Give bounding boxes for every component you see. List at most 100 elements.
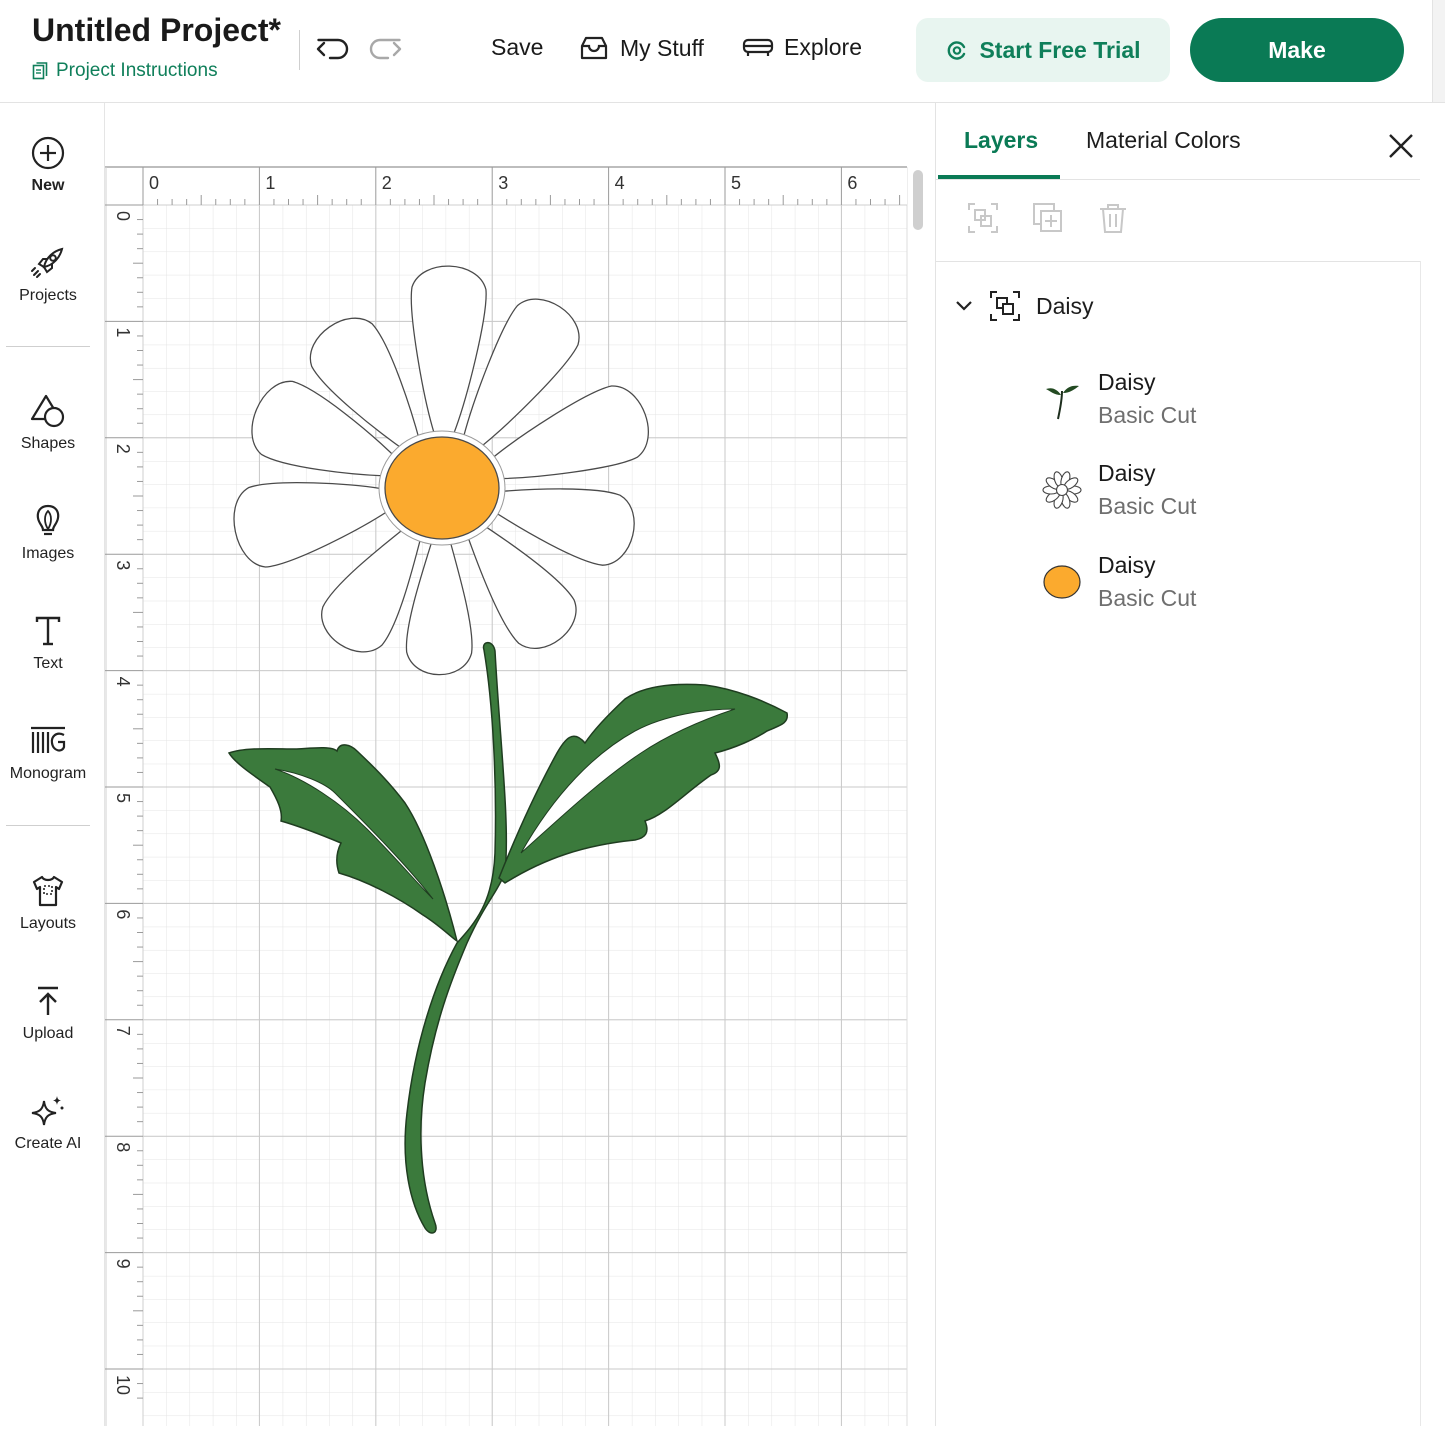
ruler-label: 0 [149,173,159,193]
document-icon [32,62,48,80]
ruler-label: 1 [265,173,275,193]
layers-panel: Layers Material Colors Daisy Daisy Basic… [935,103,1445,1426]
plus-circle-icon [28,133,68,173]
ruler-label: 6 [113,909,133,919]
tshirt-icon [28,871,68,911]
design-canvas[interactable]: 0 1 2 3 4 5 6 0 1 2 3 4 5 6 7 8 9 10 [105,103,934,1426]
tab-material-colors[interactable]: Material Colors [1086,127,1241,154]
my-stuff-label: My Stuff [620,34,704,61]
ruler-label: 3 [113,560,133,570]
projects-tool[interactable]: Projects [0,243,96,305]
ruler-label: 9 [113,1259,133,1269]
layer-name: Daisy [1098,369,1156,395]
layer-item[interactable]: Daisy Basic Cut [1040,369,1196,429]
close-icon[interactable] [1386,131,1416,161]
text-t-icon [28,611,68,651]
my-stuff-button[interactable]: My Stuff [578,34,704,62]
images-tool[interactable]: Images [0,501,96,563]
layer-operation: Basic Cut [1098,585,1197,611]
divider [299,30,300,70]
text-label: Text [33,655,63,672]
petal-center-glyph [1055,483,1069,497]
layer-item[interactable]: Daisy Basic Cut [1040,460,1196,520]
layouts-tool[interactable]: Layouts [0,871,96,933]
petals-icon [1040,468,1084,512]
ruler-label: 4 [615,173,625,193]
lightbulb-icon [28,501,68,541]
ruler-label: 10 [113,1375,133,1395]
start-free-trial-button[interactable]: Start Free Trial [916,18,1170,82]
monogram-label: Monogram [9,765,87,782]
layer-group-daisy[interactable]: Daisy [954,289,1094,323]
ruler-label: 0 [113,211,133,221]
stem-leaves-icon [1040,377,1084,421]
panel-scrollbar[interactable] [1420,261,1445,1426]
ruler-label: 3 [498,173,508,193]
project-instructions-label: Project Instructions [56,60,218,81]
project-instructions-link[interactable]: Project Instructions [32,60,218,82]
upload-label: Upload [22,1025,74,1042]
ruler-label: 6 [847,173,857,193]
new-label: New [31,177,65,194]
project-title[interactable]: Untitled Project* [32,12,281,49]
ruler-label: 1 [113,327,133,337]
rocket-icon [28,243,68,283]
window-scrollbar [1432,0,1445,102]
daisy-center[interactable] [378,430,506,546]
canvas-scrollbar[interactable] [913,170,923,230]
save-button[interactable]: Save [491,34,543,61]
undo-icon[interactable] [314,32,352,68]
ruler-label: 8 [113,1142,133,1152]
ruler-label: 2 [113,444,133,454]
upload-tool[interactable]: Upload [0,981,96,1043]
start-free-trial-label: Start Free Trial [979,36,1141,63]
left-toolbar: New Projects Shapes Images Text Monogram… [0,103,105,1426]
projects-label: Projects [19,287,77,304]
save-label: Save [491,34,544,60]
group-name: Daisy [1036,292,1094,319]
make-button[interactable]: Make [1190,18,1404,82]
trash-icon[interactable] [1096,201,1130,235]
toolbar-divider [6,825,90,826]
group-icon[interactable] [966,201,1000,235]
create-ai-label: Create AI [14,1135,82,1152]
layer-name: Daisy [1098,552,1156,578]
ruler-label: 7 [113,1026,133,1036]
shapes-label: Shapes [20,435,76,452]
divider [936,179,1420,180]
sparkle-icon [28,1091,68,1131]
text-tool[interactable]: Text [0,611,96,673]
ruler-label: 5 [113,793,133,803]
inbox-icon [580,36,608,60]
ruler-label: 2 [382,173,392,193]
images-label: Images [21,545,75,562]
canvas-grid[interactable]: 0 1 2 3 4 5 6 0 1 2 3 4 5 6 7 8 9 10 [105,103,934,1426]
divider [936,261,1420,262]
monogram-tool[interactable]: Monogram [0,721,96,783]
redo-icon[interactable] [366,32,404,68]
shapes-icon [28,391,68,431]
layer-operation: Basic Cut [1098,402,1197,428]
toolbar-divider [6,346,90,347]
top-bar: Untitled Project* Project Instructions S… [0,0,1445,103]
chevron-down-icon[interactable] [954,299,974,313]
explore-icon [742,38,774,56]
group-icon [990,291,1020,321]
create-ai-tool[interactable]: Create AI [0,1091,96,1153]
tab-layers[interactable]: Layers [964,127,1038,154]
layouts-label: Layouts [19,915,77,932]
new-tool[interactable]: New [0,133,96,195]
upload-icon [28,981,68,1021]
ruler-label: 5 [731,173,741,193]
explore-label: Explore [784,34,862,60]
monogram-icon [28,721,68,761]
orange-center-icon [1040,560,1084,604]
layer-item[interactable]: Daisy Basic Cut [1040,552,1196,612]
duplicate-icon[interactable] [1031,201,1065,235]
shapes-tool[interactable]: Shapes [0,391,96,453]
cricut-logo-icon [948,41,966,60]
ruler-label: 4 [113,677,133,687]
layer-name: Daisy [1098,460,1156,486]
layer-operation: Basic Cut [1098,493,1197,519]
explore-button[interactable]: Explore [742,34,862,61]
